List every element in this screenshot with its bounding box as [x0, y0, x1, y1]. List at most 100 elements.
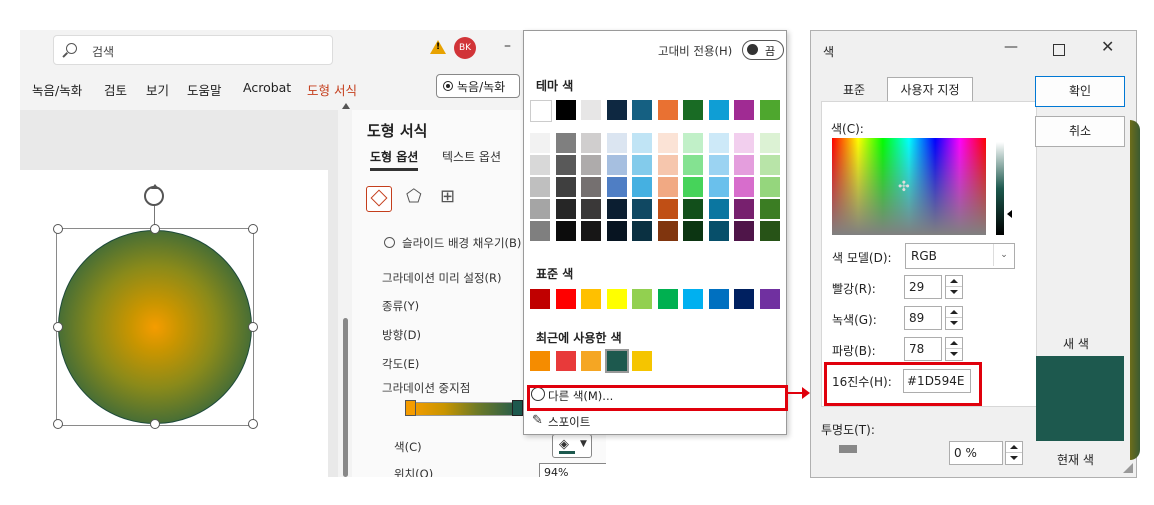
- menu-record[interactable]: 녹음/녹화: [32, 80, 82, 99]
- standard-swatch-8[interactable]: [708, 289, 729, 309]
- theme-shade-4-7[interactable]: [683, 199, 703, 219]
- theme-shade-1-6[interactable]: [657, 133, 678, 153]
- theme-swatch-3[interactable]: [581, 100, 601, 120]
- theme-shade-3-1[interactable]: [530, 177, 550, 197]
- color-picker-button[interactable]: ◈ ▼: [552, 434, 592, 458]
- standard-swatch-4[interactable]: [606, 289, 627, 309]
- slide-bg-fill-radio[interactable]: [384, 237, 395, 248]
- theme-shade-3-6[interactable]: [657, 177, 678, 197]
- theme-shade-4-5[interactable]: [632, 199, 652, 219]
- menu-shape-format[interactable]: 도형 서식: [307, 80, 357, 99]
- dialog-minimize-icon[interactable]: —: [1004, 39, 1018, 55]
- tab-text-options[interactable]: 텍스트 옵션: [442, 148, 501, 165]
- theme-shade-2-7[interactable]: [683, 155, 703, 175]
- theme-shade-4-10[interactable]: [759, 199, 780, 219]
- resize-handle-ne[interactable]: [248, 224, 258, 234]
- theme-shade-3-9[interactable]: [734, 177, 754, 197]
- transparency-slider[interactable]: [839, 445, 857, 453]
- resize-handle-e[interactable]: [248, 322, 258, 332]
- resize-handle-sw[interactable]: [53, 419, 63, 429]
- theme-shade-5-8[interactable]: [708, 221, 729, 241]
- theme-shade-2-6[interactable]: [657, 155, 678, 175]
- standard-swatch-9[interactable]: [734, 289, 754, 309]
- standard-swatch-6[interactable]: [657, 289, 678, 309]
- resize-handle-n[interactable]: [150, 224, 160, 234]
- standard-swatch-3[interactable]: [581, 289, 601, 309]
- gradient-circle-shape[interactable]: [58, 230, 252, 424]
- theme-shade-5-10[interactable]: [759, 221, 780, 241]
- standard-swatch-5[interactable]: [632, 289, 652, 309]
- resize-handle-se[interactable]: [248, 419, 258, 429]
- theme-shade-5-3[interactable]: [581, 221, 601, 241]
- tab-standard[interactable]: 표준: [821, 79, 887, 101]
- record-button[interactable]: 녹음/녹화: [436, 74, 520, 98]
- tab-custom[interactable]: 사용자 지정: [887, 77, 973, 102]
- size-properties-icon[interactable]: [436, 186, 460, 210]
- theme-shade-2-9[interactable]: [734, 155, 754, 175]
- standard-swatch-10[interactable]: [759, 289, 780, 309]
- theme-shade-2-5[interactable]: [632, 155, 652, 175]
- menu-review[interactable]: 검토: [104, 80, 127, 99]
- theme-shade-3-3[interactable]: [581, 177, 601, 197]
- theme-shade-4-4[interactable]: [606, 199, 627, 219]
- recent-swatch-1[interactable]: [530, 351, 550, 371]
- color-model-select[interactable]: RGB ⌄: [905, 243, 1015, 269]
- green-input[interactable]: 89: [904, 306, 942, 330]
- theme-shade-5-2[interactable]: [555, 221, 576, 241]
- recent-swatch-2[interactable]: [555, 351, 576, 371]
- luminance-slider[interactable]: [996, 142, 1004, 235]
- menu-acrobat[interactable]: Acrobat: [243, 80, 291, 95]
- minimize-button[interactable]: –: [504, 38, 511, 54]
- theme-shade-3-7[interactable]: [683, 177, 703, 197]
- resize-handle-w[interactable]: [53, 322, 63, 332]
- theme-shade-1-2[interactable]: [555, 133, 576, 153]
- menu-view[interactable]: 보기: [146, 80, 169, 99]
- resize-grip-icon[interactable]: [1123, 463, 1133, 473]
- gradient-stop-1[interactable]: [405, 400, 416, 416]
- theme-shade-3-10[interactable]: [759, 177, 780, 197]
- recent-swatch-5[interactable]: [632, 351, 652, 371]
- theme-shade-4-2[interactable]: [555, 199, 576, 219]
- red-input[interactable]: 29: [904, 275, 942, 299]
- theme-shade-5-7[interactable]: [683, 221, 703, 241]
- theme-shade-5-9[interactable]: [734, 221, 754, 241]
- resize-handle-nw[interactable]: [53, 224, 63, 234]
- theme-shade-4-1[interactable]: [530, 199, 550, 219]
- theme-shade-1-5[interactable]: [632, 133, 652, 153]
- theme-shade-1-9[interactable]: [734, 133, 754, 153]
- theme-swatch-8[interactable]: [708, 100, 729, 120]
- theme-swatch-1[interactable]: [530, 100, 552, 122]
- avatar[interactable]: BK: [454, 37, 476, 59]
- scroll-thumb[interactable]: [343, 318, 348, 477]
- ok-button[interactable]: 확인: [1035, 76, 1125, 107]
- theme-shade-1-1[interactable]: [530, 133, 550, 153]
- theme-shade-3-2[interactable]: [555, 177, 576, 197]
- theme-shade-2-2[interactable]: [555, 155, 576, 175]
- fill-line-icon[interactable]: [366, 186, 392, 212]
- dialog-close-icon[interactable]: ✕: [1101, 37, 1114, 56]
- menu-help[interactable]: 도움말: [187, 80, 222, 99]
- theme-shade-3-4[interactable]: [606, 177, 627, 197]
- theme-swatch-5[interactable]: [632, 100, 652, 120]
- red-spinner[interactable]: [945, 275, 963, 299]
- search-box[interactable]: 검색: [53, 35, 333, 65]
- cancel-button[interactable]: 취소: [1035, 116, 1125, 147]
- blue-spinner[interactable]: [945, 337, 963, 361]
- green-spinner[interactable]: [945, 306, 963, 330]
- recent-swatch-4[interactable]: [604, 349, 629, 373]
- theme-shade-1-3[interactable]: [581, 133, 601, 153]
- theme-shade-2-8[interactable]: [708, 155, 729, 175]
- eyedropper-item[interactable]: ✎ 스포이트: [524, 411, 784, 431]
- warning-icon[interactable]: [430, 40, 446, 54]
- resize-handle-s[interactable]: [150, 419, 160, 429]
- rotate-handle-icon[interactable]: [144, 184, 164, 206]
- theme-swatch-10[interactable]: [759, 100, 780, 120]
- position-spinner[interactable]: 94%: [539, 463, 606, 477]
- theme-swatch-7[interactable]: [683, 100, 703, 120]
- theme-shade-2-1[interactable]: [530, 155, 550, 175]
- theme-swatch-4[interactable]: [606, 100, 627, 120]
- effects-icon[interactable]: [402, 186, 426, 210]
- vertical-scrollbar[interactable]: [342, 103, 350, 477]
- dialog-maximize-icon[interactable]: [1053, 44, 1065, 56]
- transparency-spinner[interactable]: [1005, 441, 1023, 465]
